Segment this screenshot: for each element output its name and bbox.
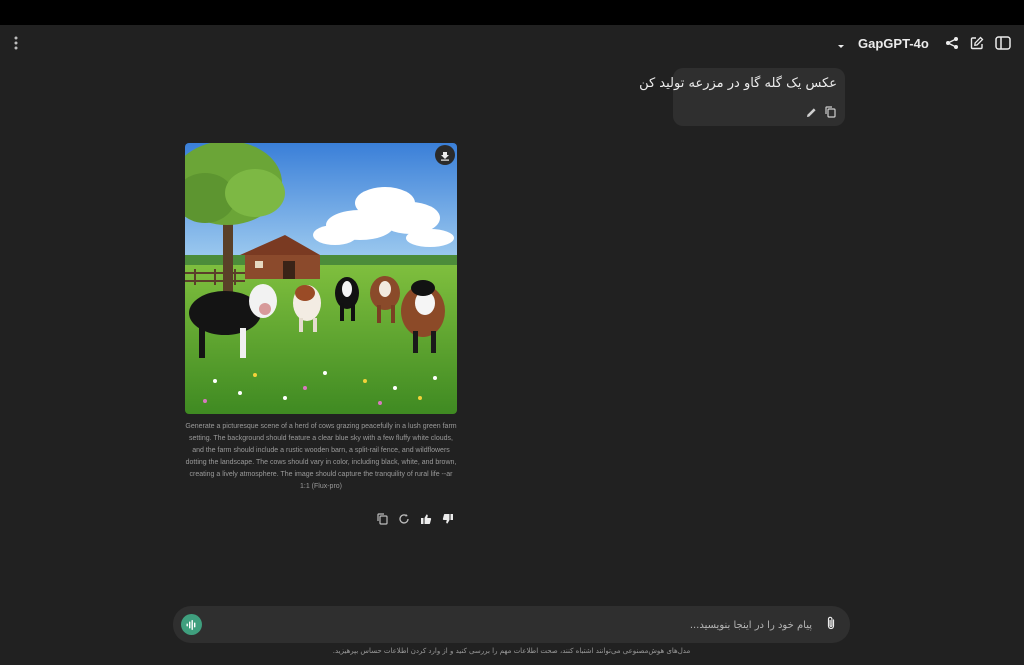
copy-message-button[interactable] bbox=[820, 102, 840, 122]
farm-cows-illustration bbox=[185, 143, 457, 414]
model-selector-caret[interactable] bbox=[836, 36, 846, 55]
thumbs-up-icon bbox=[420, 510, 432, 529]
edit-message-button[interactable] bbox=[801, 102, 821, 122]
chevron-down-icon bbox=[836, 36, 846, 55]
paperclip-icon bbox=[826, 615, 836, 634]
ai-disclaimer: مدل‌های هوش‌مصنوعی می‌توانند اشتباه کنند… bbox=[332, 647, 691, 655]
message-composer bbox=[173, 606, 850, 643]
user-message-text: عکس یک گله گاو در مزرعه تولید کن bbox=[639, 76, 837, 91]
pencil-icon bbox=[806, 103, 817, 122]
system-top-bar bbox=[0, 0, 1024, 25]
voice-wave-icon bbox=[186, 615, 197, 634]
image-prompt-caption: Generate a picturesque scene of a herd o… bbox=[185, 423, 457, 490]
dislike-button[interactable] bbox=[439, 510, 457, 528]
refresh-icon bbox=[398, 510, 410, 529]
sidebar-toggle-icon bbox=[995, 35, 1011, 54]
share-button[interactable] bbox=[940, 32, 964, 56]
message-actions bbox=[373, 510, 463, 528]
copy-response-button[interactable] bbox=[373, 510, 391, 528]
download-icon bbox=[440, 146, 450, 165]
model-selector[interactable]: GapGPT-4o bbox=[858, 36, 929, 51]
regenerate-button[interactable] bbox=[395, 510, 413, 528]
download-button[interactable] bbox=[435, 145, 455, 165]
generated-image[interactable] bbox=[185, 143, 457, 414]
chat-header: GapGPT-4o bbox=[0, 25, 1024, 65]
thumbs-down-icon bbox=[442, 510, 454, 529]
copy-icon bbox=[376, 510, 388, 529]
edit-icon bbox=[970, 35, 984, 54]
attach-file-button[interactable] bbox=[820, 613, 842, 635]
share-icon bbox=[945, 35, 959, 54]
new-chat-button[interactable] bbox=[965, 32, 989, 56]
message-input[interactable] bbox=[213, 614, 814, 636]
more-options-button[interactable] bbox=[4, 32, 28, 56]
like-button[interactable] bbox=[417, 510, 435, 528]
vertical-dots-icon bbox=[14, 35, 18, 54]
voice-mode-button[interactable] bbox=[181, 614, 202, 635]
sidebar-toggle-button[interactable] bbox=[991, 32, 1015, 56]
copy-icon bbox=[824, 103, 836, 122]
user-message-bubble: عکس یک گله گاو در مزرعه تولید کن bbox=[639, 68, 845, 126]
